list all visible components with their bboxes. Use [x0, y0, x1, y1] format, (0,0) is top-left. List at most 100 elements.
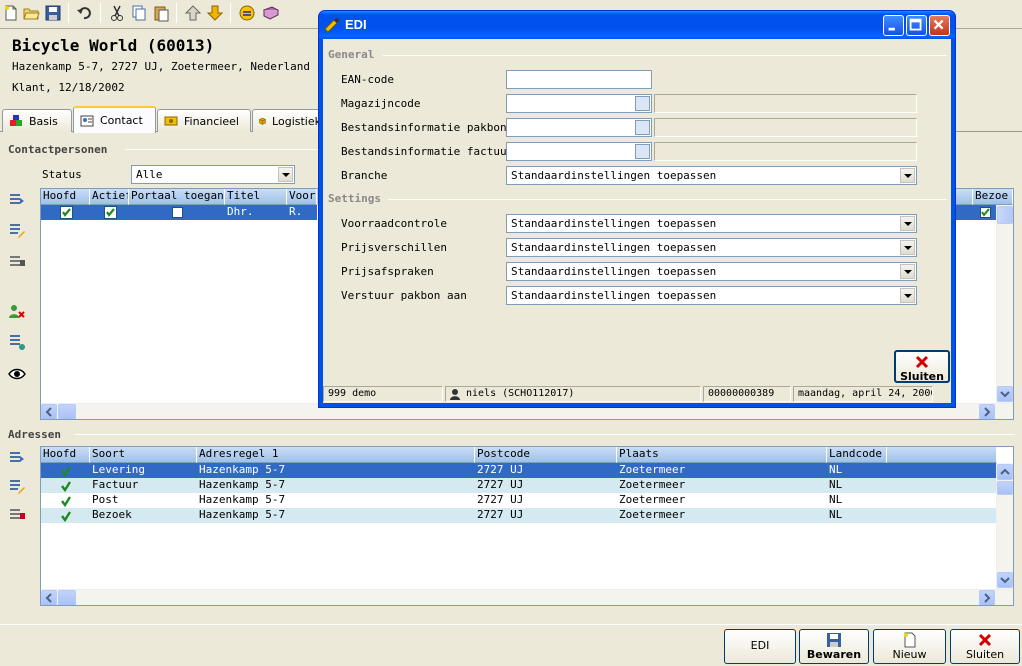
delete-row-icon[interactable]: [8, 254, 26, 272]
user-icon: [450, 389, 460, 400]
pakbon-input[interactable]: [506, 118, 652, 137]
contacts-vscroll[interactable]: [996, 205, 1013, 403]
undo-icon[interactable]: [76, 4, 94, 22]
chevron-down-icon[interactable]: [278, 167, 293, 182]
close-button[interactable]: Sluiten: [950, 629, 1020, 664]
paste-icon[interactable]: [152, 4, 170, 22]
addresses-vscroll[interactable]: [996, 463, 1013, 589]
eye-icon[interactable]: [8, 365, 26, 383]
hscroll-thumb[interactable]: [58, 590, 76, 605]
scroll-left-button[interactable]: [41, 404, 57, 419]
col-voorl[interactable]: Voorl: [287, 189, 317, 205]
scroll-right-button[interactable]: [979, 590, 995, 605]
edi-button[interactable]: EDI: [724, 629, 796, 664]
hoofd-checkbox[interactable]: [41, 205, 90, 220]
ean-input[interactable]: [506, 70, 652, 89]
col-plaats[interactable]: Plaats: [617, 447, 827, 463]
link-users-icon[interactable]: [8, 333, 26, 351]
edit-row-icon[interactable]: [8, 222, 26, 240]
tab-basis[interactable]: Basis: [2, 109, 72, 132]
remove-user-icon[interactable]: [8, 303, 26, 321]
scroll-right-button[interactable]: [979, 404, 995, 419]
table-row[interactable]: Levering Hazenkamp 5-7 2727 UJ Zoetermee…: [41, 463, 997, 478]
new-button[interactable]: Nieuw: [873, 629, 946, 664]
lookup-icon[interactable]: [635, 96, 650, 111]
actief-checkbox[interactable]: [90, 205, 129, 220]
addresses-section-title: Adressen: [8, 428, 61, 441]
delete-address-icon[interactable]: [8, 507, 26, 525]
tab-logistiek[interactable]: Logistiek: [252, 109, 322, 132]
table-row[interactable]: Post Hazenkamp 5-7 2727 UJ Zoetermeer NL: [41, 493, 997, 508]
chevron-down-icon[interactable]: [900, 168, 915, 183]
scroll-left-button[interactable]: [41, 590, 57, 605]
status-database: 999 demo: [323, 386, 443, 402]
insert-address-icon[interactable]: [8, 450, 26, 468]
table-row[interactable]: Bezoek Hazenkamp 5-7 2727 UJ Zoetermeer …: [41, 508, 997, 523]
cut-icon[interactable]: [108, 4, 126, 22]
chevron-down-icon[interactable]: [900, 264, 915, 279]
addresses-grid[interactable]: Hoofd Soort Adresregel 1 Postcode Plaats…: [40, 446, 1014, 606]
scroll-down-button[interactable]: [997, 572, 1013, 588]
col-hoofd[interactable]: Hoofd: [41, 447, 90, 463]
col-actief[interactable]: Actief: [90, 189, 129, 205]
ean-label: EAN-code: [341, 73, 394, 86]
tab-contact[interactable]: Contact: [73, 106, 156, 133]
maximize-button[interactable]: [906, 15, 927, 36]
land-cell: NL: [829, 493, 843, 506]
save-button[interactable]: Bewaren: [799, 629, 869, 664]
portaal-checkbox[interactable]: [129, 205, 225, 220]
scroll-down-button[interactable]: [997, 386, 1013, 402]
chevron-down-icon[interactable]: [900, 288, 915, 303]
tab-financieel[interactable]: Financieel: [157, 109, 251, 132]
table-row[interactable]: Factuur Hazenkamp 5-7 2727 UJ Zoetermeer…: [41, 478, 997, 493]
exchange-icon[interactable]: [238, 4, 256, 22]
bezoek-checkbox[interactable]: [973, 205, 997, 220]
chevron-down-icon[interactable]: [900, 240, 915, 255]
book-icon[interactable]: [262, 4, 280, 22]
col-titel[interactable]: Titel: [225, 189, 287, 205]
branche-select[interactable]: Standaardinstellingen toepassen: [506, 166, 917, 185]
dialog-titlebar[interactable]: EDI: [319, 11, 955, 39]
col-postcode[interactable]: Postcode: [475, 447, 617, 463]
chevron-down-icon[interactable]: [900, 216, 915, 231]
scroll-thumb[interactable]: [997, 206, 1013, 224]
prijsafspraak-select[interactable]: Standaardinstellingen toepassen: [506, 262, 917, 281]
blocks-icon: [10, 115, 22, 126]
edit-address-icon[interactable]: [8, 478, 26, 496]
col-landcode[interactable]: Landcode: [827, 447, 887, 463]
save-disk-icon[interactable]: [44, 4, 62, 22]
prijsverschil-select[interactable]: Standaardinstellingen toepassen: [506, 238, 917, 257]
scroll-up-button[interactable]: [997, 464, 1013, 480]
addresses-hscroll[interactable]: [41, 589, 1013, 605]
pakbon-aan-select[interactable]: Standaardinstellingen toepassen: [506, 286, 917, 305]
voorraad-select[interactable]: Standaardinstellingen toepassen: [506, 214, 917, 233]
voorraad-value: Standaardinstellingen toepassen: [511, 217, 717, 230]
lookup-icon[interactable]: [635, 120, 650, 135]
col-soort[interactable]: Soort: [90, 447, 197, 463]
plaats-cell: Zoetermeer: [619, 508, 686, 521]
col-adresregel[interactable]: Adresregel 1: [197, 447, 475, 463]
open-folder-icon[interactable]: [22, 4, 40, 22]
status-select[interactable]: Alle: [131, 165, 295, 184]
hscroll-thumb[interactable]: [58, 404, 76, 419]
window-close-button[interactable]: [929, 15, 950, 36]
scroll-thumb[interactable]: [997, 481, 1013, 495]
insert-row-icon[interactable]: [8, 192, 26, 210]
factuur-input[interactable]: [506, 142, 652, 161]
dialog-close-button[interactable]: Sluiten: [894, 350, 950, 383]
move-up-icon[interactable]: [184, 4, 202, 22]
col-hoofd[interactable]: Hoofd: [41, 189, 90, 205]
new-document-icon[interactable]: [2, 4, 20, 22]
lookup-icon[interactable]: [635, 144, 650, 159]
tab-contact-label: Contact: [100, 114, 143, 127]
col-portaal[interactable]: Portaal toegang: [129, 189, 225, 205]
magazijncode-input[interactable]: [506, 94, 652, 113]
close-x-icon: [915, 355, 929, 369]
toolbar-separator: [100, 3, 101, 23]
move-down-icon[interactable]: [206, 4, 224, 22]
col-bezoek[interactable]: Bezoe: [973, 189, 1013, 205]
table-row[interactable]: Dhr. R.: [41, 205, 317, 220]
prijsafspraak-label: Prijsafspraken: [341, 265, 434, 278]
copy-icon[interactable]: [130, 4, 148, 22]
minimize-button[interactable]: [883, 15, 904, 36]
